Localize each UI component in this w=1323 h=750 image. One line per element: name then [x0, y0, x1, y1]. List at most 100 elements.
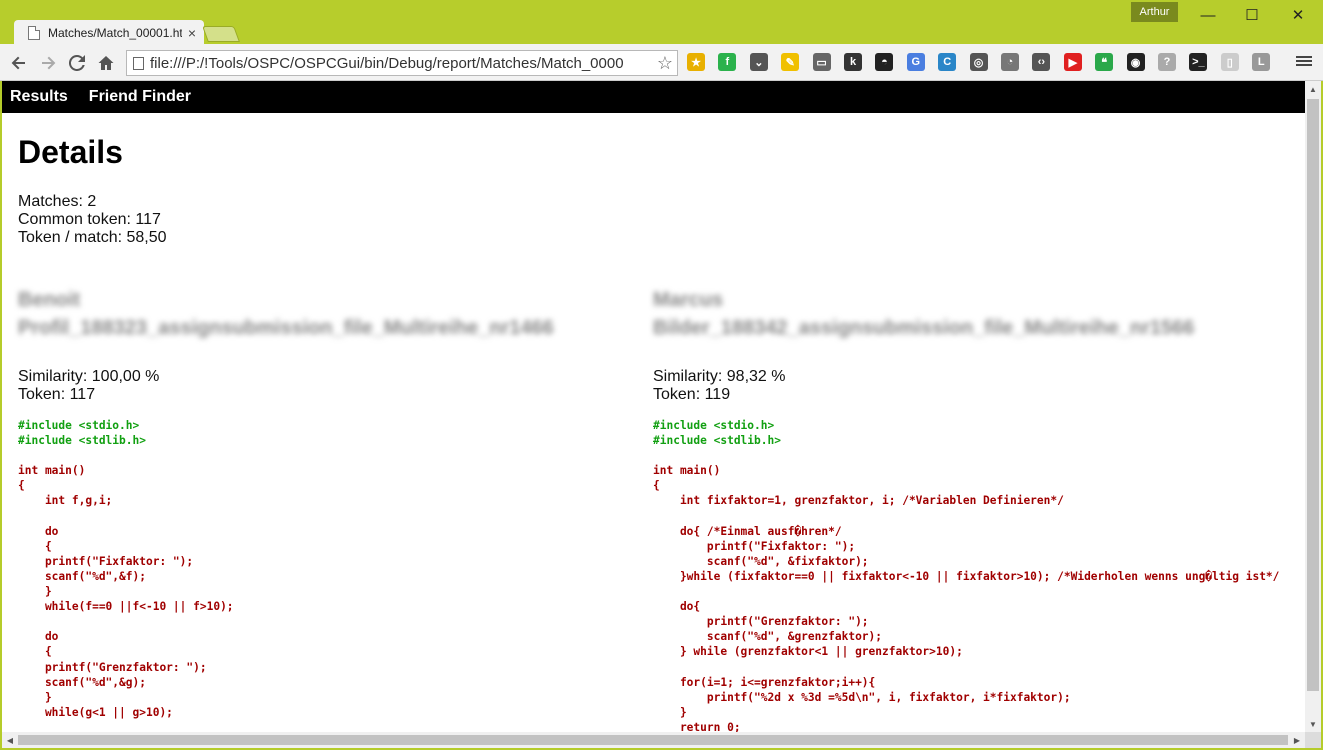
minimize-button[interactable]: —	[1188, 4, 1228, 26]
left-metrics: Similarity: 100,00 % Token: 117	[18, 368, 648, 404]
reload-button[interactable]	[66, 52, 88, 74]
nav-results-link[interactable]: Results	[10, 88, 68, 106]
flag-icon[interactable]: ▶	[1063, 53, 1082, 71]
left-file-name: Profil_188323_assignsubmission_file_Mult…	[18, 317, 554, 339]
feedly-icon[interactable]: f	[718, 53, 737, 71]
scroll-left-arrow-icon[interactable]: ◀	[2, 732, 18, 748]
ring-icon[interactable]: ◎	[969, 53, 988, 71]
code-line: int main()	[653, 464, 721, 478]
question-icon[interactable]: ?	[1158, 53, 1176, 71]
code-line: printf("Grenzfaktor: ");	[653, 615, 869, 629]
nav-friend-finder-link[interactable]: Friend Finder	[89, 88, 191, 106]
tab-title: Matches/Match_00001.ht	[48, 26, 182, 40]
code-line: int f,g,i;	[18, 494, 113, 508]
right-token: Token: 119	[653, 386, 731, 403]
cast-icon[interactable]: ▭	[812, 53, 831, 71]
right-code-block: #include <stdio.h> #include <stdlib.h> i…	[653, 418, 1305, 732]
common-token-count: Common token: 117	[18, 211, 161, 228]
code-line: printf("%2d x %3d =%5d\n", i, fixfaktor,…	[653, 690, 1071, 704]
url-text: file:///P:/!Tools/OSPC/OSPCGui/bin/Debug…	[150, 54, 624, 72]
code-line: while(f==0 ||f<-10 || f>10);	[18, 600, 234, 614]
token-per-match: Token / match: 58,50	[18, 229, 167, 246]
new-tab-button[interactable]	[202, 26, 240, 42]
horizontal-scroll-thumb[interactable]	[18, 735, 1288, 745]
left-token: Token: 117	[18, 386, 96, 403]
forward-button[interactable]	[37, 52, 59, 74]
hangouts-icon[interactable]: ❝	[1095, 53, 1114, 71]
code-line: scanf("%d", &fixfaktor);	[653, 554, 869, 568]
page-viewport: Results Friend Finder Details Matches: 2…	[2, 81, 1305, 732]
code-line: scanf("%d", &grenzfaktor);	[653, 630, 883, 644]
address-bar[interactable]: file:///P:/!Tools/OSPC/OSPCGui/bin/Debug…	[126, 50, 678, 76]
right-author-name: Marcus	[653, 289, 724, 311]
code-line: printf("Fixfaktor: ");	[18, 554, 194, 568]
code-line: do	[18, 630, 59, 644]
app-navbar: Results Friend Finder	[2, 81, 1305, 113]
maximize-button[interactable]: ☐	[1232, 4, 1272, 26]
document-icon	[28, 26, 40, 40]
matches-count: Matches: 2	[18, 193, 97, 210]
vertical-scroll-thumb[interactable]	[1307, 99, 1319, 691]
code-line: #include <stdio.h>	[653, 419, 775, 432]
tab-close-icon[interactable]: ×	[188, 25, 196, 41]
translate-icon[interactable]: G	[906, 53, 925, 71]
reload-icon	[69, 55, 85, 71]
scroll-down-arrow-icon[interactable]: ▼	[1305, 716, 1321, 732]
code-line: do{ /*Einmal ausf�hren*/	[653, 524, 842, 538]
user-profile-badge[interactable]: Arthur	[1131, 2, 1178, 22]
left-code-block: #include <stdio.h> #include <stdlib.h> i…	[18, 418, 648, 732]
horizontal-scrollbar[interactable]: ◀ ▶	[2, 732, 1305, 748]
code-icon[interactable]: ‹›	[1032, 53, 1051, 71]
code-line: {	[653, 479, 660, 493]
code-line: }	[18, 690, 52, 704]
l-icon[interactable]: L	[1252, 53, 1271, 71]
ghost-icon[interactable]: ◔	[1001, 53, 1019, 71]
close-window-button[interactable]: ✕	[1278, 4, 1318, 26]
k-icon[interactable]: k	[844, 53, 862, 71]
code-line: printf("Grenzfaktor: ");	[18, 660, 207, 674]
notes-icon[interactable]: ✎	[781, 53, 800, 71]
scroll-up-arrow-icon[interactable]: ▲	[1305, 81, 1321, 97]
left-author-name: Benoit	[18, 289, 81, 311]
right-metrics: Similarity: 98,32 % Token: 119	[653, 368, 1305, 404]
code-line: {	[18, 479, 25, 493]
home-button[interactable]	[95, 52, 117, 74]
right-submission: Marcus Bilder_188342_assignsubmission_fi…	[653, 286, 1305, 732]
code-line: while(g<1 || g>10);	[18, 705, 173, 719]
code-line: do	[18, 524, 59, 538]
code-line: }	[18, 585, 52, 599]
pocket-icon[interactable]: ⌄	[749, 53, 768, 71]
back-button[interactable]	[8, 52, 30, 74]
page-icon	[133, 56, 144, 70]
left-similarity: Similarity: 100,00 %	[18, 368, 160, 385]
code-line: {	[18, 645, 52, 659]
code-line: return 0;	[653, 720, 741, 732]
vertical-scrollbar[interactable]: ▲ ▼	[1305, 81, 1321, 732]
code-line: }while (fixfaktor==0 || fixfaktor<-10 ||…	[653, 569, 1280, 583]
right-similarity: Similarity: 98,32 %	[653, 368, 786, 385]
bookmark-star-icon[interactable]: ★	[687, 53, 705, 71]
scrollbar-corner	[1305, 732, 1321, 748]
page-title: Details	[18, 134, 123, 170]
code-line: int main()	[18, 464, 86, 478]
bookmark-star-icon[interactable]: ☆	[653, 53, 677, 74]
code-line: for(i=1; i<=grenzfaktor;i++){	[653, 675, 876, 689]
code-line: }	[653, 705, 687, 719]
color-wheel-icon[interactable]: ◉	[1126, 53, 1145, 71]
chrome-menu-icon[interactable]	[1296, 54, 1312, 70]
code-line: } while (grenzfaktor<1 || grenzfaktor>10…	[653, 645, 963, 659]
code-line: printf("Fixfaktor: ");	[653, 539, 856, 553]
back-arrow-icon	[11, 56, 25, 70]
page-icon[interactable]: ▯	[1220, 53, 1239, 71]
terminal-icon[interactable]: >_	[1189, 53, 1208, 71]
browser-title-bar: Matches/Match_00001.ht × Arthur — ☐ ✕	[0, 0, 1323, 46]
wave-icon[interactable]: C	[938, 53, 957, 71]
mask-icon[interactable]: ◓	[875, 53, 894, 71]
home-icon	[98, 56, 114, 70]
code-line: {	[18, 539, 52, 553]
browser-tab[interactable]: Matches/Match_00001.ht ×	[14, 20, 204, 46]
left-submission: Benoit Profil_188323_assignsubmission_fi…	[18, 286, 648, 732]
code-line: scanf("%d",&g);	[18, 675, 146, 689]
scroll-right-arrow-icon[interactable]: ▶	[1289, 732, 1305, 748]
code-line: int fixfaktor=1, grenzfaktor, i; /*Varia…	[653, 494, 1064, 508]
